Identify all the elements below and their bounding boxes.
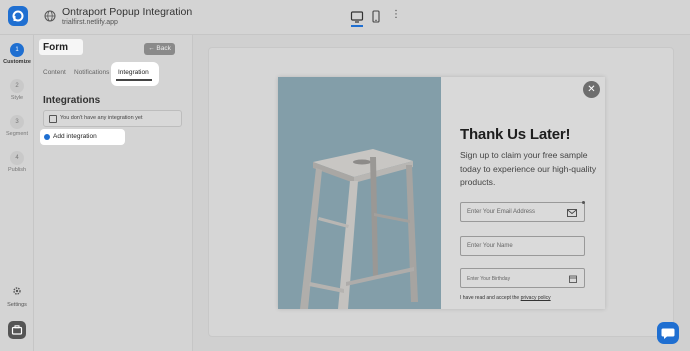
step-label: Customize [3, 59, 31, 65]
empty-integrations-notice: You don't have any integration yet [43, 110, 182, 127]
step-number: 1 [10, 43, 24, 57]
email-field[interactable]: Enter Your Email Address [460, 202, 585, 222]
site-url[interactable]: trialfirst.netlify.app [62, 19, 118, 26]
empty-message: You don't have any integration yet [60, 115, 143, 121]
privacy-policy-link[interactable]: privacy policy [521, 295, 551, 301]
consent-label: I have read and accept the [460, 295, 520, 301]
step-publish[interactable]: 4 Publish [0, 151, 34, 173]
tab-integration[interactable]: Integration [118, 69, 149, 76]
step-label: Style [10, 95, 24, 101]
email-placeholder: Enter Your Email Address [467, 209, 536, 215]
popup-title: Thank Us Later! [460, 126, 571, 143]
birthday-field[interactable]: Enter Your Birthday [460, 268, 585, 288]
site-title: Ontraport Popup Integration [62, 6, 193, 18]
tab-content[interactable]: Content [43, 69, 66, 76]
mobile-icon [372, 10, 380, 23]
step-number: 4 [10, 151, 24, 165]
active-device-indicator [351, 25, 363, 27]
desktop-icon [350, 11, 364, 23]
step-style[interactable]: 2 Style [0, 79, 34, 101]
section-title: Integrations [43, 95, 101, 106]
gear-icon [13, 287, 21, 295]
globe-icon [44, 10, 56, 22]
popup-subtitle: Sign up to claim your free sample today … [460, 150, 597, 188]
settings-label: Settings [7, 302, 27, 308]
step-number: 3 [10, 115, 24, 129]
calendar-icon [49, 115, 57, 123]
stool-image [278, 77, 441, 309]
back-label: Back [156, 45, 171, 52]
mail-icon [567, 209, 577, 217]
active-tab-underline [116, 79, 152, 81]
desktop-preview-button[interactable] [350, 10, 364, 27]
mobile-preview-button[interactable] [371, 10, 381, 24]
birthday-placeholder: Enter Your Birthday [467, 276, 511, 282]
step-label: Segment [5, 131, 28, 137]
step-number: 2 [10, 79, 24, 93]
step-label: Publish [7, 167, 27, 173]
arrow-left-icon: ← [148, 45, 155, 52]
tab-notifications[interactable]: Notifications [74, 69, 109, 76]
plus-circle-icon [44, 134, 50, 140]
briefcase-icon[interactable] [8, 321, 26, 339]
more-options-icon[interactable]: ⋮ [391, 10, 401, 20]
back-button[interactable]: ← Back [144, 43, 175, 55]
step-customize[interactable]: 1 Customize [0, 43, 34, 65]
close-icon[interactable]: ✕ [583, 81, 600, 98]
add-integration-label[interactable]: Add integration [53, 133, 97, 140]
step-segment[interactable]: 3 Segment [0, 115, 34, 137]
chat-icon [661, 328, 675, 339]
chat-button[interactable] [657, 322, 679, 344]
name-field[interactable]: Enter Your Name [460, 236, 585, 256]
settings-button[interactable]: Settings [0, 283, 34, 308]
panel-title: Form [43, 42, 68, 53]
consent-text: I have read and accept the privacy polic… [460, 295, 551, 301]
app-logo-icon[interactable] [8, 6, 28, 26]
required-indicator [582, 201, 585, 204]
name-placeholder: Enter Your Name [467, 243, 513, 249]
calendar-icon [569, 275, 577, 283]
